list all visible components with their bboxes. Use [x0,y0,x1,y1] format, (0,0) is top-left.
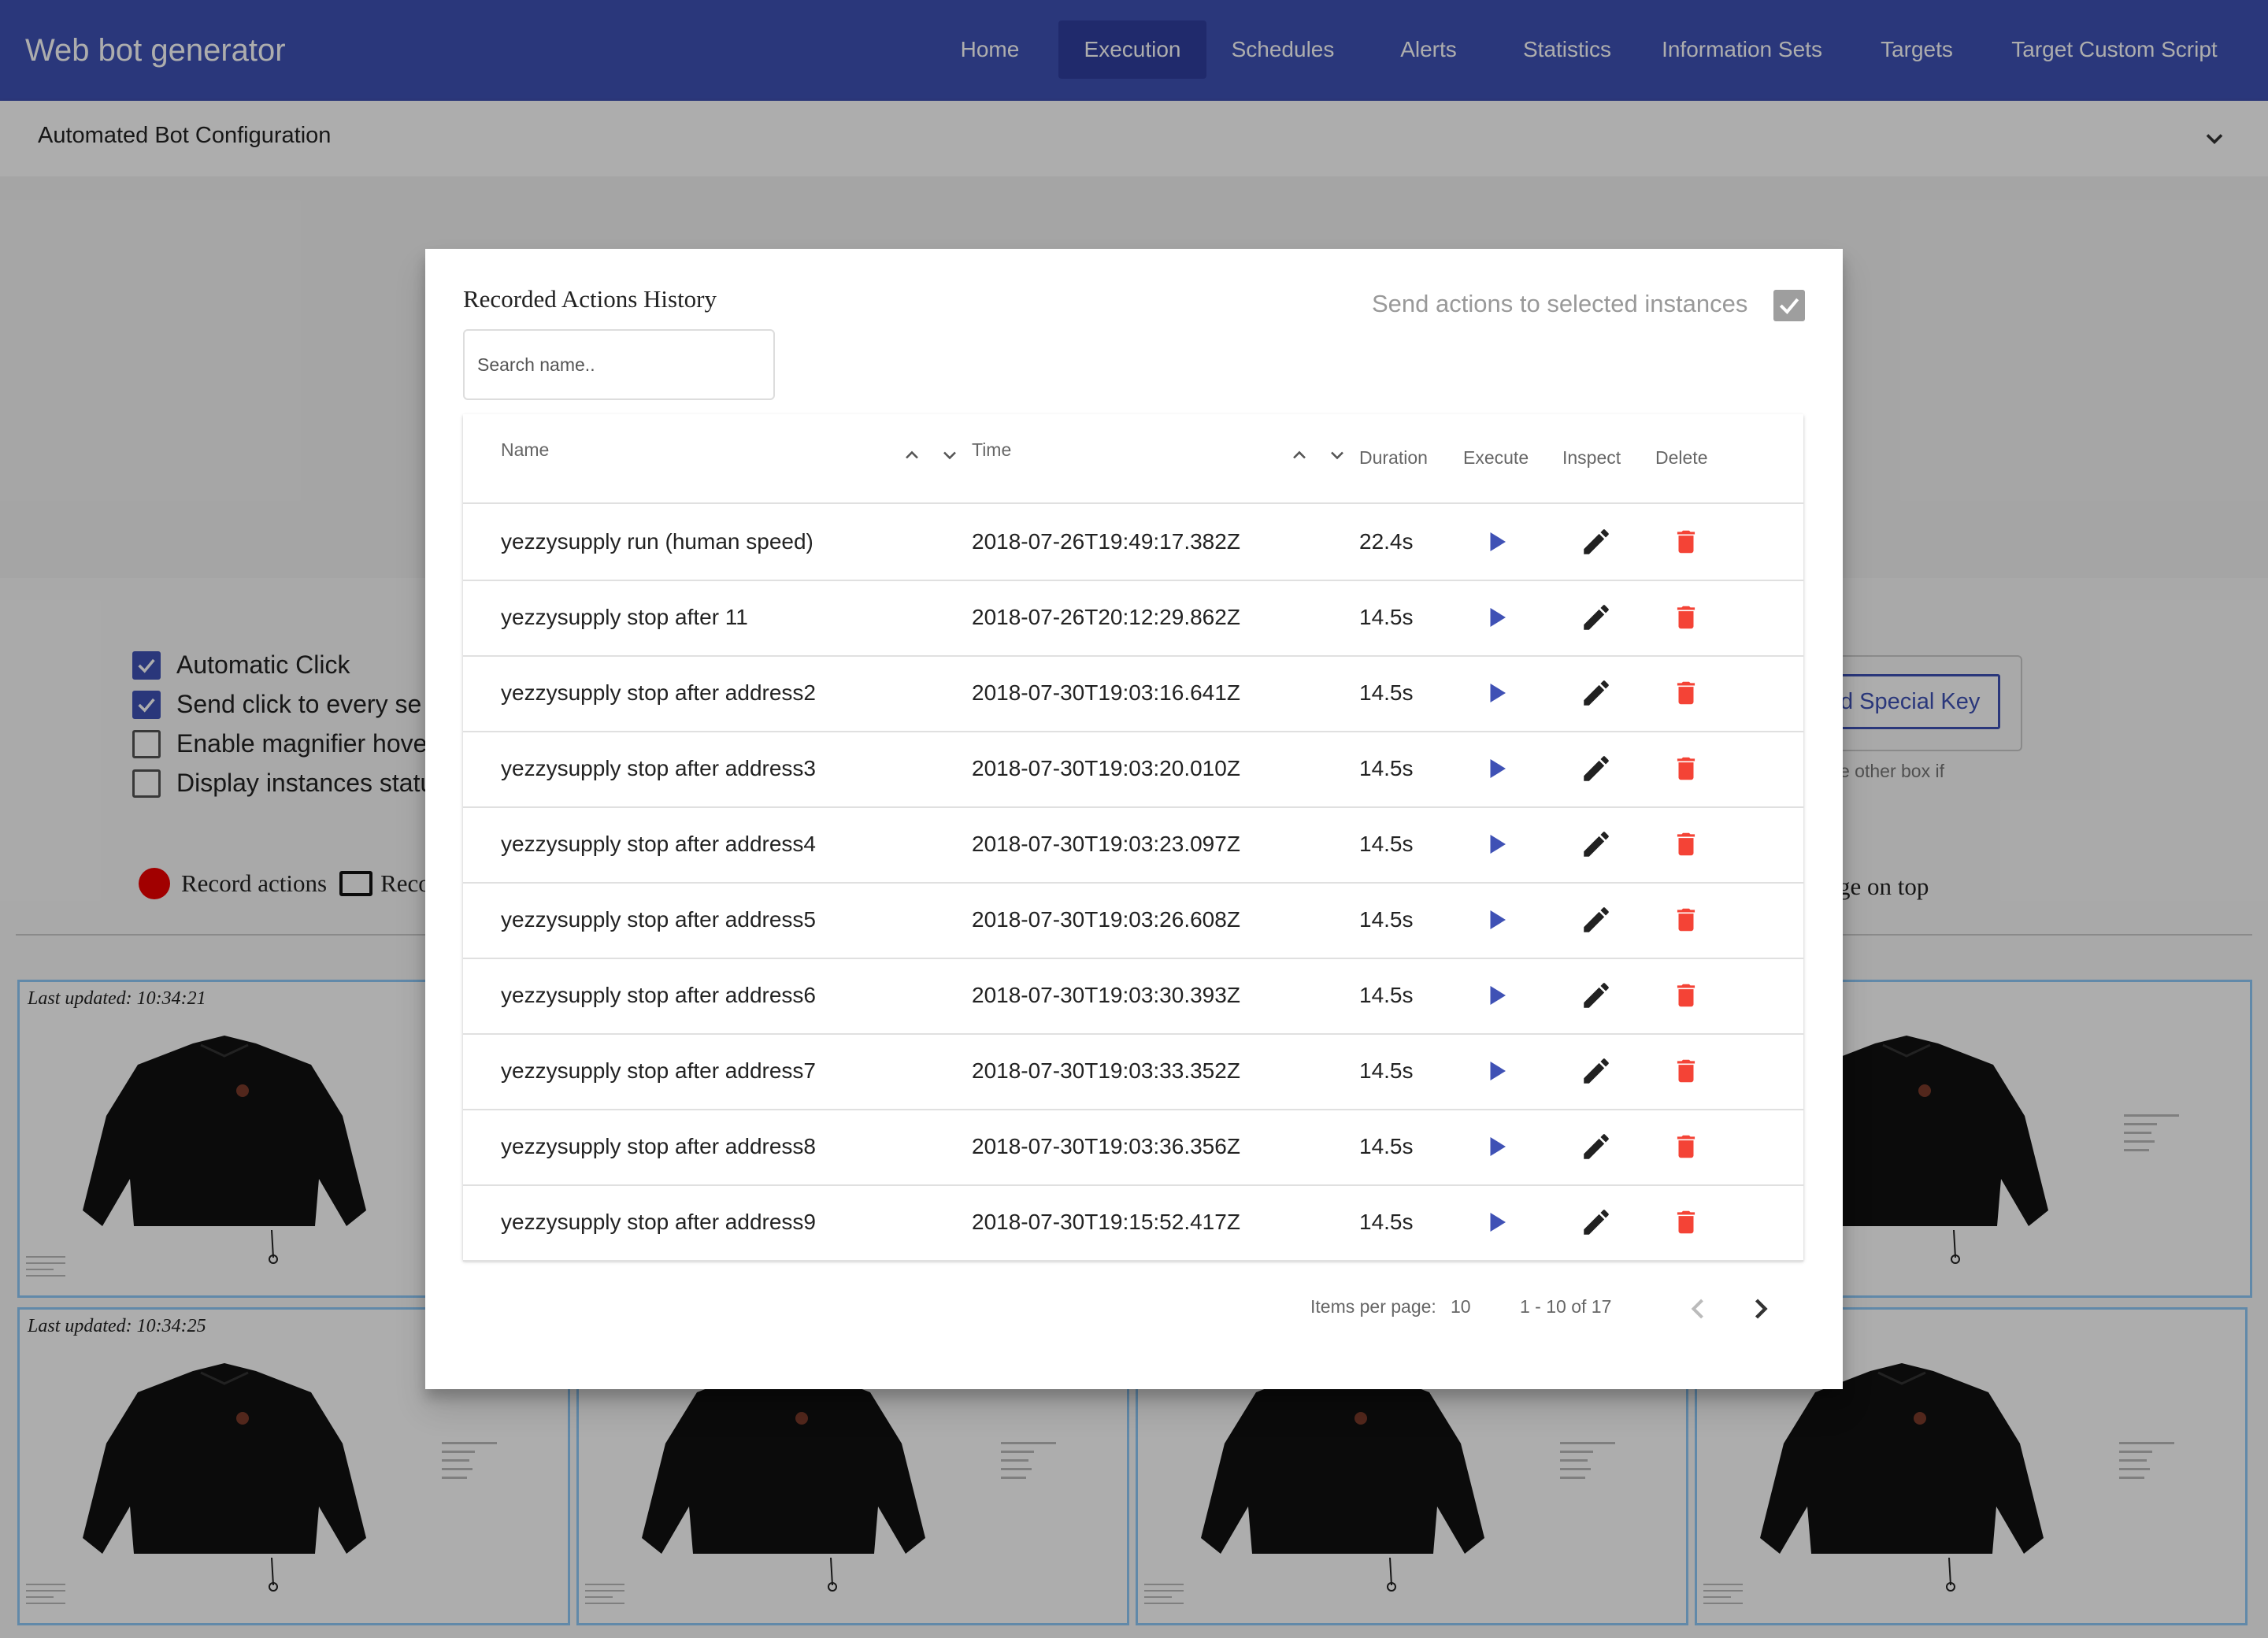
send-actions-checkbox[interactable] [1773,290,1805,321]
table-row: yezzysupply stop after address9 2018-07-3… [463,1184,1803,1262]
trash-icon[interactable] [1671,1054,1701,1088]
row-name: yezzysupply stop after 11 [501,605,748,629]
search-input[interactable] [463,329,775,400]
row-duration: 14.5s [1359,983,1414,1007]
column-header-inspect: Inspect [1562,447,1621,468]
edit-pencil-icon[interactable] [1580,525,1613,558]
edit-pencil-icon[interactable] [1580,752,1613,785]
play-icon[interactable] [1482,528,1510,556]
edit-pencil-icon[interactable] [1580,828,1613,861]
play-icon[interactable] [1482,981,1510,1010]
play-icon[interactable] [1482,603,1510,632]
row-time: 2018-07-30T19:03:36.356Z [972,1134,1240,1158]
trash-icon[interactable] [1671,1130,1701,1163]
table-header: Name Time Duration Execute Inspect Delet… [463,414,1803,504]
trash-icon[interactable] [1671,1206,1701,1239]
table-row: yezzysupply stop after address4 2018-07-3… [463,806,1803,884]
dialog-title: Recorded Actions History [463,285,717,313]
play-icon[interactable] [1482,1057,1510,1085]
play-icon[interactable] [1482,906,1510,934]
row-name: yezzysupply stop after address7 [501,1058,816,1083]
recorded-actions-dialog: Recorded Actions History Send actions to… [425,249,1843,1389]
table-row: yezzysupply run (human speed) 2018-07-26T… [463,504,1803,581]
trash-icon[interactable] [1671,903,1701,936]
row-name: yezzysupply stop after address4 [501,832,816,856]
items-per-page-select[interactable]: 10 [1451,1296,1471,1317]
row-time: 2018-07-30T19:03:16.641Z [972,680,1240,705]
row-time: 2018-07-30T19:03:26.608Z [972,907,1240,932]
row-duration: 14.5s [1359,1058,1414,1083]
table-row: yezzysupply stop after address6 2018-07-3… [463,958,1803,1035]
trash-icon[interactable] [1671,752,1701,785]
row-time: 2018-07-30T19:03:20.010Z [972,756,1240,780]
column-header-execute: Execute [1463,447,1529,468]
table-row: yezzysupply stop after address5 2018-07-3… [463,882,1803,959]
sort-ascending-icon[interactable] [901,444,923,466]
row-name: yezzysupply stop after address8 [501,1134,816,1158]
row-name: yezzysupply stop after address6 [501,983,816,1007]
send-actions-label: Send actions to selected instances [1372,290,1748,317]
trash-icon[interactable] [1671,525,1701,558]
column-header-time[interactable]: Time [972,439,1011,461]
row-time: 2018-07-26T19:49:17.382Z [972,529,1240,554]
play-icon[interactable] [1482,679,1510,707]
row-time: 2018-07-30T19:03:30.393Z [972,983,1240,1007]
row-duration: 14.5s [1359,832,1414,856]
row-duration: 14.5s [1359,756,1414,780]
row-time: 2018-07-30T19:03:33.352Z [972,1058,1240,1083]
items-per-page-label: Items per page: [1310,1296,1436,1317]
edit-pencil-icon[interactable] [1580,676,1613,710]
row-name: yezzysupply stop after address2 [501,680,816,705]
trash-icon[interactable] [1671,979,1701,1012]
page-range-label: 1 - 10 of 17 [1520,1296,1612,1317]
edit-pencil-icon[interactable] [1580,979,1613,1012]
row-name: yezzysupply run (human speed) [501,529,813,554]
row-duration: 14.5s [1359,680,1414,705]
table-row: yezzysupply stop after address7 2018-07-3… [463,1033,1803,1110]
next-page-icon[interactable] [1744,1292,1778,1326]
previous-page-icon[interactable] [1681,1292,1715,1326]
play-icon[interactable] [1482,1208,1510,1236]
play-icon[interactable] [1482,754,1510,783]
sort-ascending-icon[interactable] [1288,444,1310,466]
checkmark-icon [1779,298,1799,314]
edit-pencil-icon[interactable] [1580,1206,1613,1239]
row-duration: 14.5s [1359,907,1414,932]
table-row: yezzysupply stop after 11 2018-07-26T20:1… [463,580,1803,657]
row-duration: 14.5s [1359,605,1414,629]
row-duration: 14.5s [1359,1210,1414,1234]
trash-icon[interactable] [1671,601,1701,634]
column-header-duration: Duration [1359,447,1428,468]
table-row: yezzysupply stop after address3 2018-07-3… [463,731,1803,808]
column-header-name[interactable]: Name [501,439,549,461]
edit-pencil-icon[interactable] [1580,1054,1613,1088]
row-name: yezzysupply stop after address3 [501,756,816,780]
column-header-delete: Delete [1655,447,1708,468]
play-icon[interactable] [1482,830,1510,858]
edit-pencil-icon[interactable] [1580,601,1613,634]
actions-table: Name Time Duration Execute Inspect Delet… [463,414,1803,1262]
trash-icon[interactable] [1671,676,1701,710]
edit-pencil-icon[interactable] [1580,903,1613,936]
table-row: yezzysupply stop after address2 2018-07-3… [463,655,1803,732]
row-name: yezzysupply stop after address9 [501,1210,816,1234]
play-icon[interactable] [1482,1132,1510,1161]
row-duration: 14.5s [1359,1134,1414,1158]
row-time: 2018-07-30T19:15:52.417Z [972,1210,1240,1234]
row-time: 2018-07-30T19:03:23.097Z [972,832,1240,856]
trash-icon[interactable] [1671,828,1701,861]
row-duration: 22.4s [1359,529,1414,554]
sort-descending-icon[interactable] [1326,444,1348,466]
sort-descending-icon[interactable] [939,444,961,466]
edit-pencil-icon[interactable] [1580,1130,1613,1163]
row-name: yezzysupply stop after address5 [501,907,816,932]
row-time: 2018-07-26T20:12:29.862Z [972,605,1240,629]
table-row: yezzysupply stop after address8 2018-07-3… [463,1109,1803,1186]
